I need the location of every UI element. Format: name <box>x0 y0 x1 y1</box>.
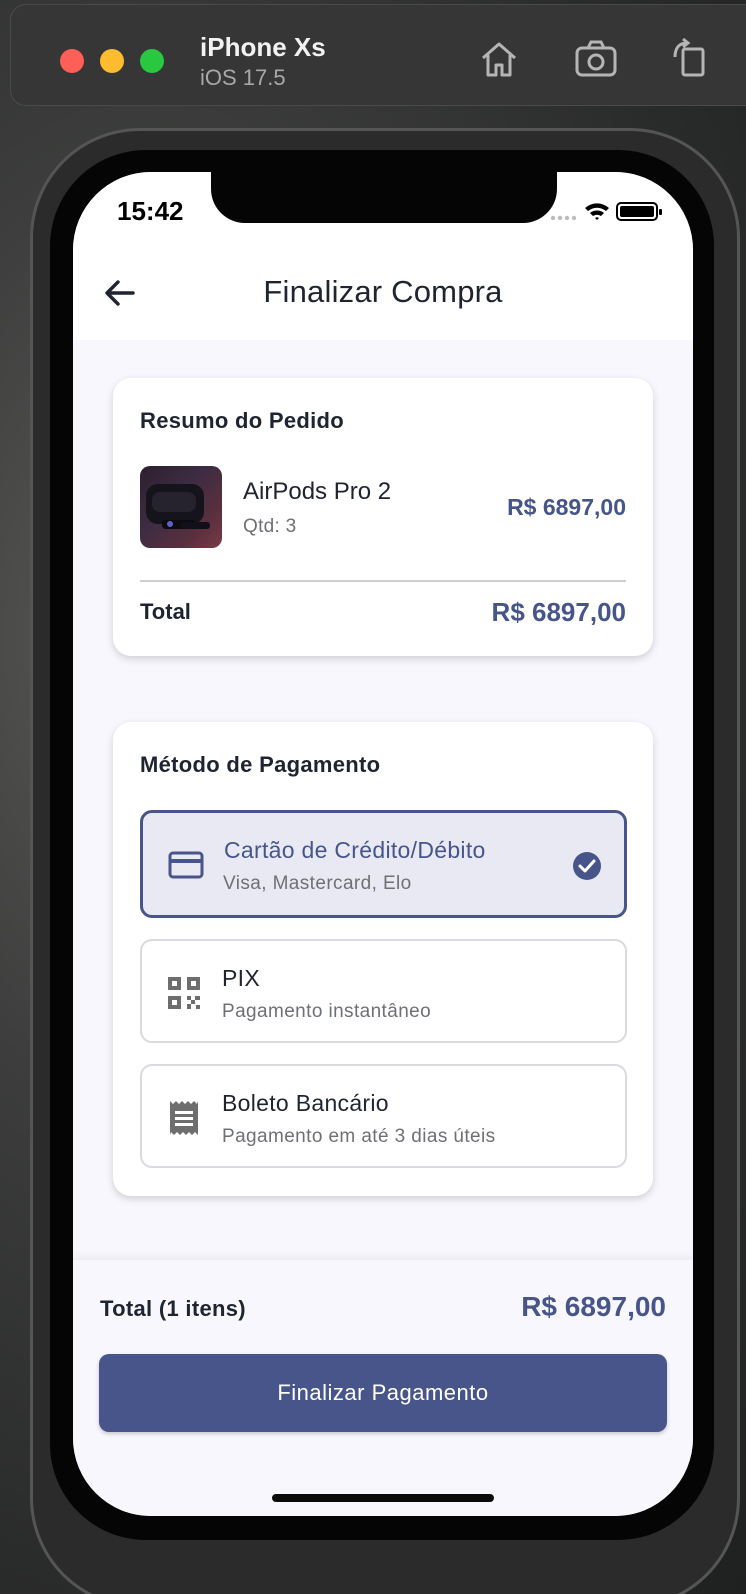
home-icon[interactable] <box>477 37 521 81</box>
product-image <box>140 466 222 548</box>
summary-total-label: Total <box>140 599 191 624</box>
minimize-window-button[interactable] <box>100 49 124 73</box>
payment-option-pix[interactable]: PIX Pagamento instantâneo <box>140 939 627 1043</box>
home-indicator[interactable] <box>272 1494 494 1502</box>
qr-code-icon <box>164 973 204 1013</box>
finalize-payment-button[interactable]: Finalizar Pagamento <box>99 1354 667 1432</box>
footer-total-value: R$ 6897,00 <box>521 1291 666 1322</box>
phone-screen: Finalizar Compra 15:42 Resumo do Pedido … <box>73 172 693 1516</box>
footer-total-label: Total (1 itens) <box>100 1296 246 1321</box>
zoom-window-button[interactable] <box>140 49 164 73</box>
product-name: AirPods Pro 2 <box>243 478 392 505</box>
payment-option-description: Visa, Mastercard, Elo <box>223 873 412 894</box>
status-time: 15:42 <box>117 196 184 226</box>
payment-option-label: Boleto Bancário <box>222 1090 389 1116</box>
rotate-icon[interactable] <box>667 37 711 81</box>
battery-icon <box>616 202 662 221</box>
order-summary-card: Resumo do Pedido AirPods Pro 2 Qtd: 3 R$… <box>113 378 653 656</box>
payment-option-credit-card[interactable]: Cartão de Crédito/Débito Visa, Mastercar… <box>140 810 627 918</box>
screenshot-icon[interactable] <box>574 37 618 81</box>
credit-card-icon <box>166 845 206 885</box>
divider <box>140 580 626 582</box>
payment-option-label: PIX <box>222 965 260 991</box>
os-version: iOS 17.5 <box>200 65 286 90</box>
payment-option-label: Cartão de Crédito/Débito <box>224 837 486 863</box>
payment-method-title: Método de Pagamento <box>140 752 381 777</box>
payment-method-card: Método de Pagamento Cartão de Crédito/Dé… <box>113 722 653 1196</box>
check-circle-icon <box>572 851 602 881</box>
close-window-button[interactable] <box>60 49 84 73</box>
payment-option-description: Pagamento instantâneo <box>222 1001 432 1022</box>
order-summary-title: Resumo do Pedido <box>140 408 345 433</box>
wifi-icon <box>585 203 609 220</box>
product-price: R$ 6897,00 <box>507 494 626 520</box>
page-title: Finalizar Compra <box>263 274 503 309</box>
summary-total-value: R$ 6897,00 <box>491 597 626 627</box>
notch <box>211 172 557 223</box>
status-icons <box>549 200 667 222</box>
checkout-footer: Total (1 itens) R$ 6897,00 Finalizar Pag… <box>73 1260 693 1516</box>
device-name: iPhone Xs <box>200 32 326 62</box>
simulator-toolbar: iPhone Xs iOS 17.5 <box>10 4 746 106</box>
payment-option-boleto[interactable]: Boleto Bancário Pagamento em até 3 dias … <box>140 1064 627 1168</box>
signal-icon <box>550 215 577 221</box>
receipt-icon <box>164 1098 204 1138</box>
product-quantity: Qtd: 3 <box>243 516 297 537</box>
payment-option-description: Pagamento em até 3 dias úteis <box>222 1126 496 1147</box>
